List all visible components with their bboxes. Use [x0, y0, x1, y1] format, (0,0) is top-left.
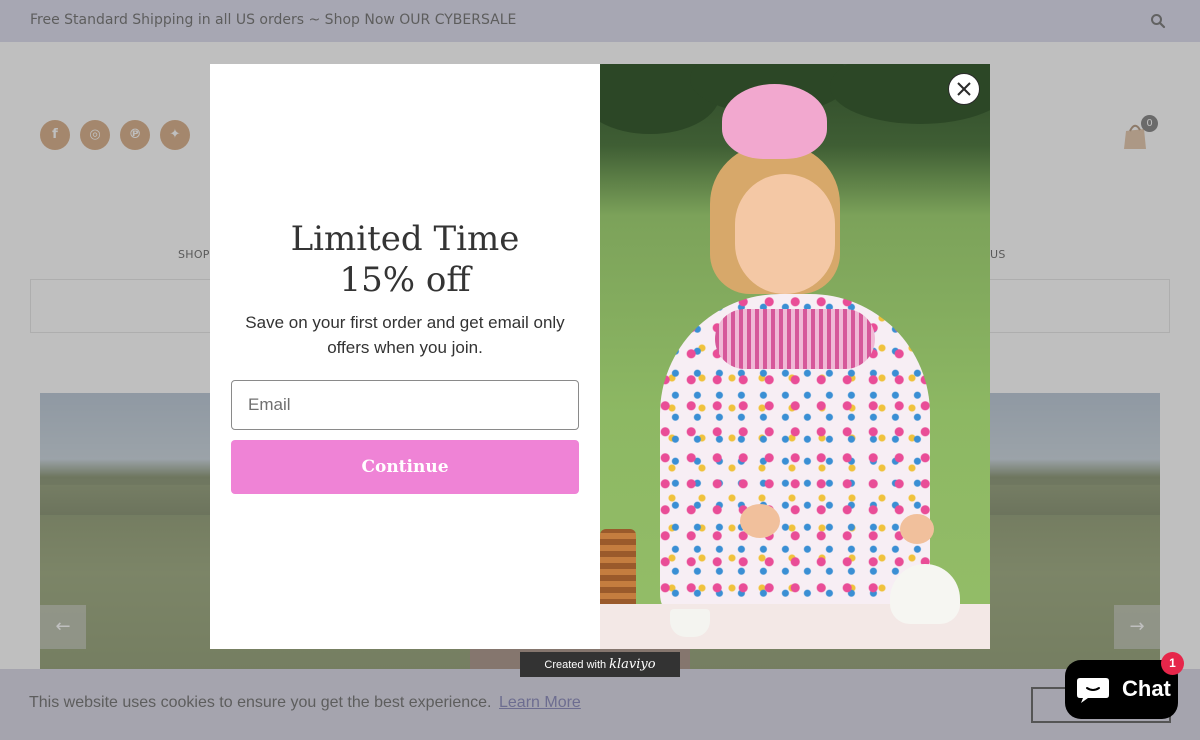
chat-button[interactable]: Chat	[1065, 660, 1178, 719]
chat-bubble-icon	[1076, 676, 1110, 704]
popup-title-line1: Limited Time	[290, 219, 520, 259]
popup-photo	[600, 64, 990, 649]
popup-title-line2: 15% off	[339, 260, 471, 300]
email-field[interactable]	[231, 380, 579, 430]
close-icon[interactable]	[948, 73, 980, 105]
klaviyo-logo: klaviyo	[609, 657, 656, 672]
chat-notification-badge: 1	[1161, 652, 1184, 675]
popup-title: Limited Time 15% off	[210, 219, 600, 301]
klaviyo-badge[interactable]: Created with klaviyo	[520, 652, 680, 677]
popup-form-panel: Limited Time 15% off Save on your first …	[210, 64, 600, 649]
chat-label: Chat	[1122, 676, 1171, 701]
klaviyo-prefix: Created with	[544, 659, 607, 671]
popup-subtitle: Save on your first order and get email o…	[245, 313, 565, 357]
continue-button[interactable]: Continue	[231, 440, 579, 494]
signup-popup: Limited Time 15% off Save on your first …	[210, 64, 990, 649]
